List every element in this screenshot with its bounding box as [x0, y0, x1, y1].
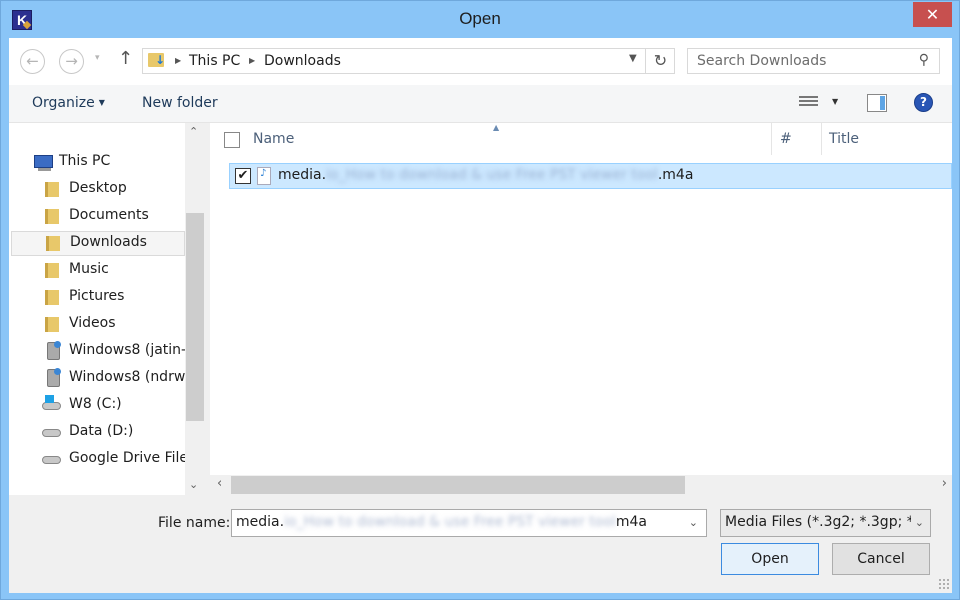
close-button[interactable]: ✕	[913, 2, 952, 27]
pictures-folder-icon	[45, 290, 59, 305]
sidebar-item-w8-c[interactable]: W8 (C:)	[9, 393, 185, 418]
breadcrumb-this-pc[interactable]: This PC	[189, 53, 240, 69]
sidebar-item-downloads[interactable]: Downloads	[11, 231, 185, 256]
sort-ascending-icon: ▲	[493, 123, 500, 132]
file-type-select[interactable]: Media Files (*.3g2; *.3gp; *.3 ⌄	[720, 509, 931, 537]
network-drive-icon	[47, 341, 61, 360]
organize-label: Organize	[32, 95, 95, 111]
downloads-folder-icon	[46, 236, 60, 251]
sidebar-item-videos[interactable]: Videos	[9, 312, 185, 337]
network-drive-icon	[47, 368, 61, 387]
file-name-value: media.io_How to download & use Free PST …	[236, 514, 647, 530]
sidebar-item-label: Music	[69, 261, 109, 277]
windows-drive-icon	[42, 395, 61, 410]
dialog-body: ← → ▾ ↑ ▶ This PC ▶ Downloads ▼ ↻ Search…	[9, 38, 952, 593]
desktop-folder-icon	[45, 182, 59, 197]
search-icon[interactable]: ⚲	[919, 52, 929, 68]
file-name: media.io_How to download & use Free PST …	[278, 167, 694, 183]
chevron-down-icon: ▼	[98, 98, 105, 107]
chevron-down-icon[interactable]: ⌄	[915, 516, 924, 529]
refresh-button[interactable]: ↻	[645, 49, 675, 73]
sidebar-item-music[interactable]: Music	[9, 258, 185, 283]
help-icon[interactable]: ?	[914, 93, 933, 112]
videos-folder-icon	[45, 317, 59, 332]
scrollbar-thumb[interactable]	[231, 476, 685, 494]
sidebar-item-windows8-jatin[interactable]: Windows8 (jatin-p	[9, 339, 195, 364]
sidebar-item-this-pc[interactable]: This PC	[9, 150, 185, 175]
navigation-pane: This PC Desktop Documents Downloads Musi…	[9, 123, 195, 495]
breadcrumb-downloads[interactable]: Downloads	[264, 53, 341, 69]
documents-folder-icon	[45, 209, 59, 224]
sidebar-item-label: W8 (C:)	[69, 396, 122, 412]
recent-locations-button[interactable]: ▾	[95, 53, 100, 63]
file-list: Name ▲ # Title ✔ media.io_How to downloa…	[210, 123, 952, 495]
scroll-up-icon[interactable]: ⌃	[189, 125, 198, 138]
view-options-dropdown-icon[interactable]: ▼	[832, 97, 838, 106]
sidebar-item-label: Desktop	[69, 180, 127, 196]
sidebar-item-desktop[interactable]: Desktop	[9, 177, 185, 202]
sidebar-item-documents[interactable]: Documents	[9, 204, 185, 229]
breadcrumb-arrow-icon[interactable]: ▶	[249, 56, 255, 65]
sidebar-item-windows8-ndrwe[interactable]: Windows8 (ndrwe	[9, 366, 194, 391]
scroll-down-icon[interactable]: ⌄	[189, 478, 198, 491]
hard-drive-icon	[42, 429, 61, 437]
music-folder-icon	[45, 263, 59, 278]
column-name[interactable]: Name	[253, 131, 294, 147]
hard-drive-icon	[42, 456, 61, 464]
navigation-pane-scrollbar[interactable]: ⌃ ⌄	[185, 123, 205, 495]
new-folder-button[interactable]: New folder	[142, 95, 218, 111]
file-row[interactable]: ✔ media.io_How to download & use Free PS…	[229, 163, 952, 189]
preview-pane-icon[interactable]	[867, 94, 887, 112]
organize-button[interactable]: Organize ▼	[32, 95, 105, 111]
forward-button[interactable]: →	[59, 49, 84, 74]
search-input[interactable]: Search Downloads ⚲	[687, 48, 940, 74]
address-dropdown-icon[interactable]: ▼	[629, 53, 637, 64]
window-title: Open	[459, 9, 501, 28]
sidebar-item-label: Documents	[69, 207, 149, 223]
file-name-label: File name:	[158, 515, 231, 531]
sidebar-item-label: Data (D:)	[69, 423, 134, 439]
select-all-checkbox[interactable]	[224, 132, 240, 148]
resize-grip-icon[interactable]	[938, 578, 950, 590]
sidebar-item-label: This PC	[59, 153, 111, 169]
file-name-input[interactable]: media.io_How to download & use Free PST …	[231, 509, 707, 537]
navigation-bar: ← → ▾ ↑ ▶ This PC ▶ Downloads ▼ ↻ Search…	[9, 38, 952, 85]
open-button[interactable]: Open	[721, 543, 819, 575]
row-checkbox[interactable]: ✔	[235, 168, 251, 184]
search-placeholder: Search Downloads	[697, 53, 827, 69]
breadcrumb-arrow-icon[interactable]: ▶	[175, 56, 181, 65]
change-view-icon[interactable]	[799, 96, 818, 110]
address-bar[interactable]: ▶ This PC ▶ Downloads ▼ ↻	[142, 48, 675, 74]
scroll-left-icon[interactable]: ‹	[217, 476, 222, 491]
sidebar-item-label: Downloads	[70, 234, 147, 250]
sidebar-item-label: Windows8 (jatin-p	[69, 342, 195, 358]
command-bar: Organize ▼ New folder ▼ ?	[9, 85, 952, 123]
scrollbar-thumb[interactable]	[186, 213, 204, 421]
sidebar-item-google-drive[interactable]: Google Drive File	[9, 447, 189, 472]
title-bar: K Open ✕	[1, 1, 959, 38]
file-type-value: Media Files (*.3g2; *.3gp; *.3	[725, 514, 911, 530]
cancel-button[interactable]: Cancel	[832, 543, 930, 575]
sidebar-item-label: Google Drive File	[69, 450, 189, 466]
column-divider[interactable]	[771, 123, 772, 155]
scroll-right-icon[interactable]: ›	[942, 476, 947, 491]
computer-icon	[34, 155, 53, 171]
file-list-horizontal-scrollbar[interactable]: ‹ ›	[210, 475, 952, 495]
back-button[interactable]: ←	[20, 49, 45, 74]
column-number[interactable]: #	[780, 131, 792, 147]
sidebar-item-pictures[interactable]: Pictures	[9, 285, 185, 310]
sidebar-item-data-d[interactable]: Data (D:)	[9, 420, 185, 445]
chevron-down-icon[interactable]: ⌄	[689, 516, 698, 529]
sidebar-item-label: Windows8 (ndrwe	[69, 369, 194, 385]
sidebar-item-label: Pictures	[69, 288, 125, 304]
audio-file-icon	[257, 167, 271, 185]
sidebar-item-label: Videos	[69, 315, 116, 331]
up-button[interactable]: ↑	[118, 48, 133, 69]
downloads-folder-icon	[148, 53, 165, 67]
column-header: Name ▲ # Title	[210, 123, 952, 155]
open-dialog: K Open ✕ ← → ▾ ↑ ▶ This PC ▶ Downloads ▼…	[0, 0, 960, 600]
column-divider[interactable]	[821, 123, 822, 155]
column-title[interactable]: Title	[829, 131, 859, 147]
